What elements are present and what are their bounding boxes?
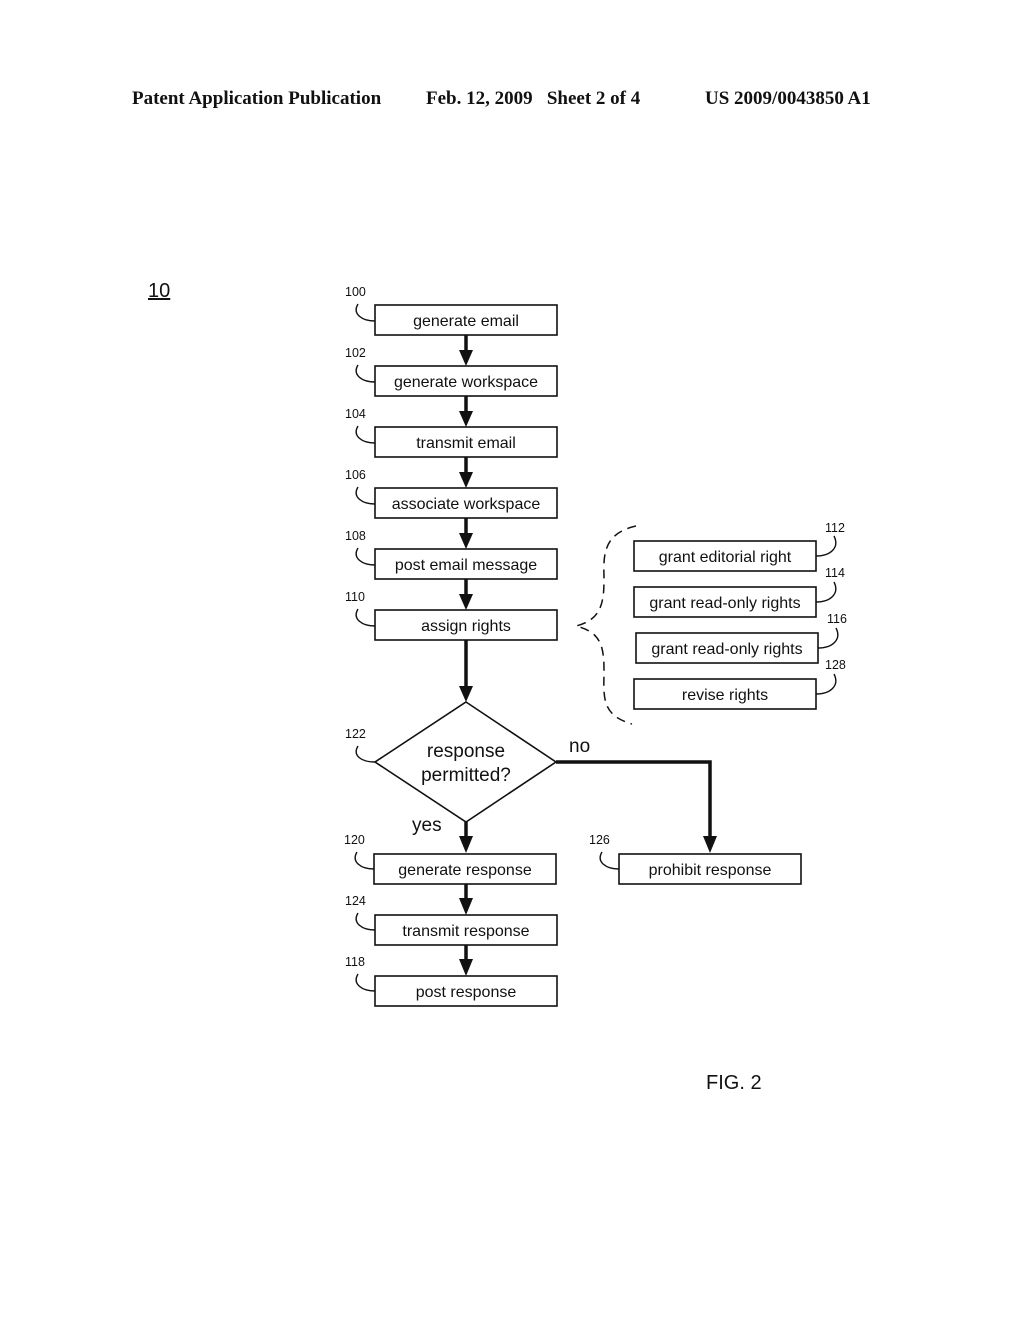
arrow-head [459, 898, 473, 915]
arrow-head [459, 959, 473, 976]
no-branch-arrowhead [703, 836, 717, 853]
step-ref: 100 [345, 285, 366, 299]
step-ref: 118 [345, 955, 365, 969]
flowchart: 100 generate email 102 generate workspac… [344, 285, 847, 1007]
leader-line [355, 745, 376, 763]
arrow-head [459, 686, 473, 702]
step-label: assign rights [421, 618, 511, 635]
right-ref: 112 [825, 521, 845, 535]
step-ref: 126 [589, 833, 610, 847]
step-label: transmit response [402, 923, 529, 940]
right-label: grant read-only rights [651, 641, 802, 658]
decision-line2: permitted? [421, 765, 511, 786]
decision-line1: response [427, 741, 505, 762]
leader-line [355, 547, 376, 566]
arrow-head [459, 350, 473, 366]
right-label: revise rights [682, 687, 768, 704]
right-ref: 114 [825, 566, 845, 580]
step-label: transmit email [416, 435, 516, 452]
step-118: 118 post response [345, 955, 558, 1007]
arrow-head [459, 594, 473, 610]
step-label: post email message [395, 557, 537, 574]
leader-line [354, 851, 375, 870]
right-ref: 128 [825, 658, 846, 672]
decision-ref: 122 [345, 727, 366, 741]
step-102: 102 generate workspace [345, 346, 558, 397]
leader-line [815, 581, 837, 603]
right-ref: 116 [827, 612, 847, 626]
arrow-head [459, 472, 473, 488]
step-ref: 102 [345, 346, 366, 360]
step-126: 126 prohibit response [589, 833, 802, 885]
right-114: grant read-only rights 114 [633, 566, 845, 618]
yes-label: yes [412, 815, 442, 836]
leader-line [355, 364, 376, 383]
step-104: 104 transmit email [345, 407, 558, 458]
right-112: grant editorial right 112 [633, 521, 845, 572]
leader-line [355, 486, 376, 505]
step-ref: 108 [345, 529, 366, 543]
arrow-head [459, 411, 473, 427]
step-ref: 124 [345, 894, 366, 908]
step-110: 110 assign rights [345, 590, 558, 641]
leader-line [355, 973, 376, 992]
leader-line [815, 535, 837, 557]
step-label: generate email [413, 313, 519, 330]
leader-line [815, 673, 837, 695]
leader-line [355, 912, 376, 931]
step-120: 120 generate response [344, 833, 557, 885]
decision-122: 122 response permitted? no yes [345, 701, 590, 836]
step-ref: 104 [345, 407, 366, 421]
step-label: prohibit response [649, 862, 772, 879]
step-106: 106 associate workspace [345, 468, 558, 519]
no-branch-line [556, 760, 712, 838]
step-108: 108 post email message [345, 529, 558, 580]
right-128: revise rights 128 [633, 658, 846, 710]
rights-brace [575, 525, 637, 725]
yes-branch-arrowhead [459, 836, 473, 853]
leader-line [355, 303, 376, 322]
step-124: 124 transmit response [345, 894, 558, 946]
step-ref: 110 [345, 590, 365, 604]
right-116: grant read-only rights 116 [635, 612, 847, 664]
leader-line [355, 608, 376, 627]
step-label: generate response [398, 862, 532, 879]
right-label: grant editorial right [659, 549, 792, 566]
step-ref: 120 [344, 833, 365, 847]
step-label: generate workspace [394, 374, 538, 391]
step-100: 100 generate email [345, 285, 558, 336]
arrow-head [459, 533, 473, 549]
decision-diamond [373, 701, 558, 823]
step-label: associate workspace [392, 496, 541, 513]
leader-line [599, 851, 620, 870]
leader-line [817, 627, 839, 649]
step-label: post response [416, 984, 517, 1001]
step-ref: 106 [345, 468, 366, 482]
no-label: no [569, 736, 590, 757]
right-label: grant read-only rights [649, 595, 800, 612]
leader-line [355, 425, 376, 444]
